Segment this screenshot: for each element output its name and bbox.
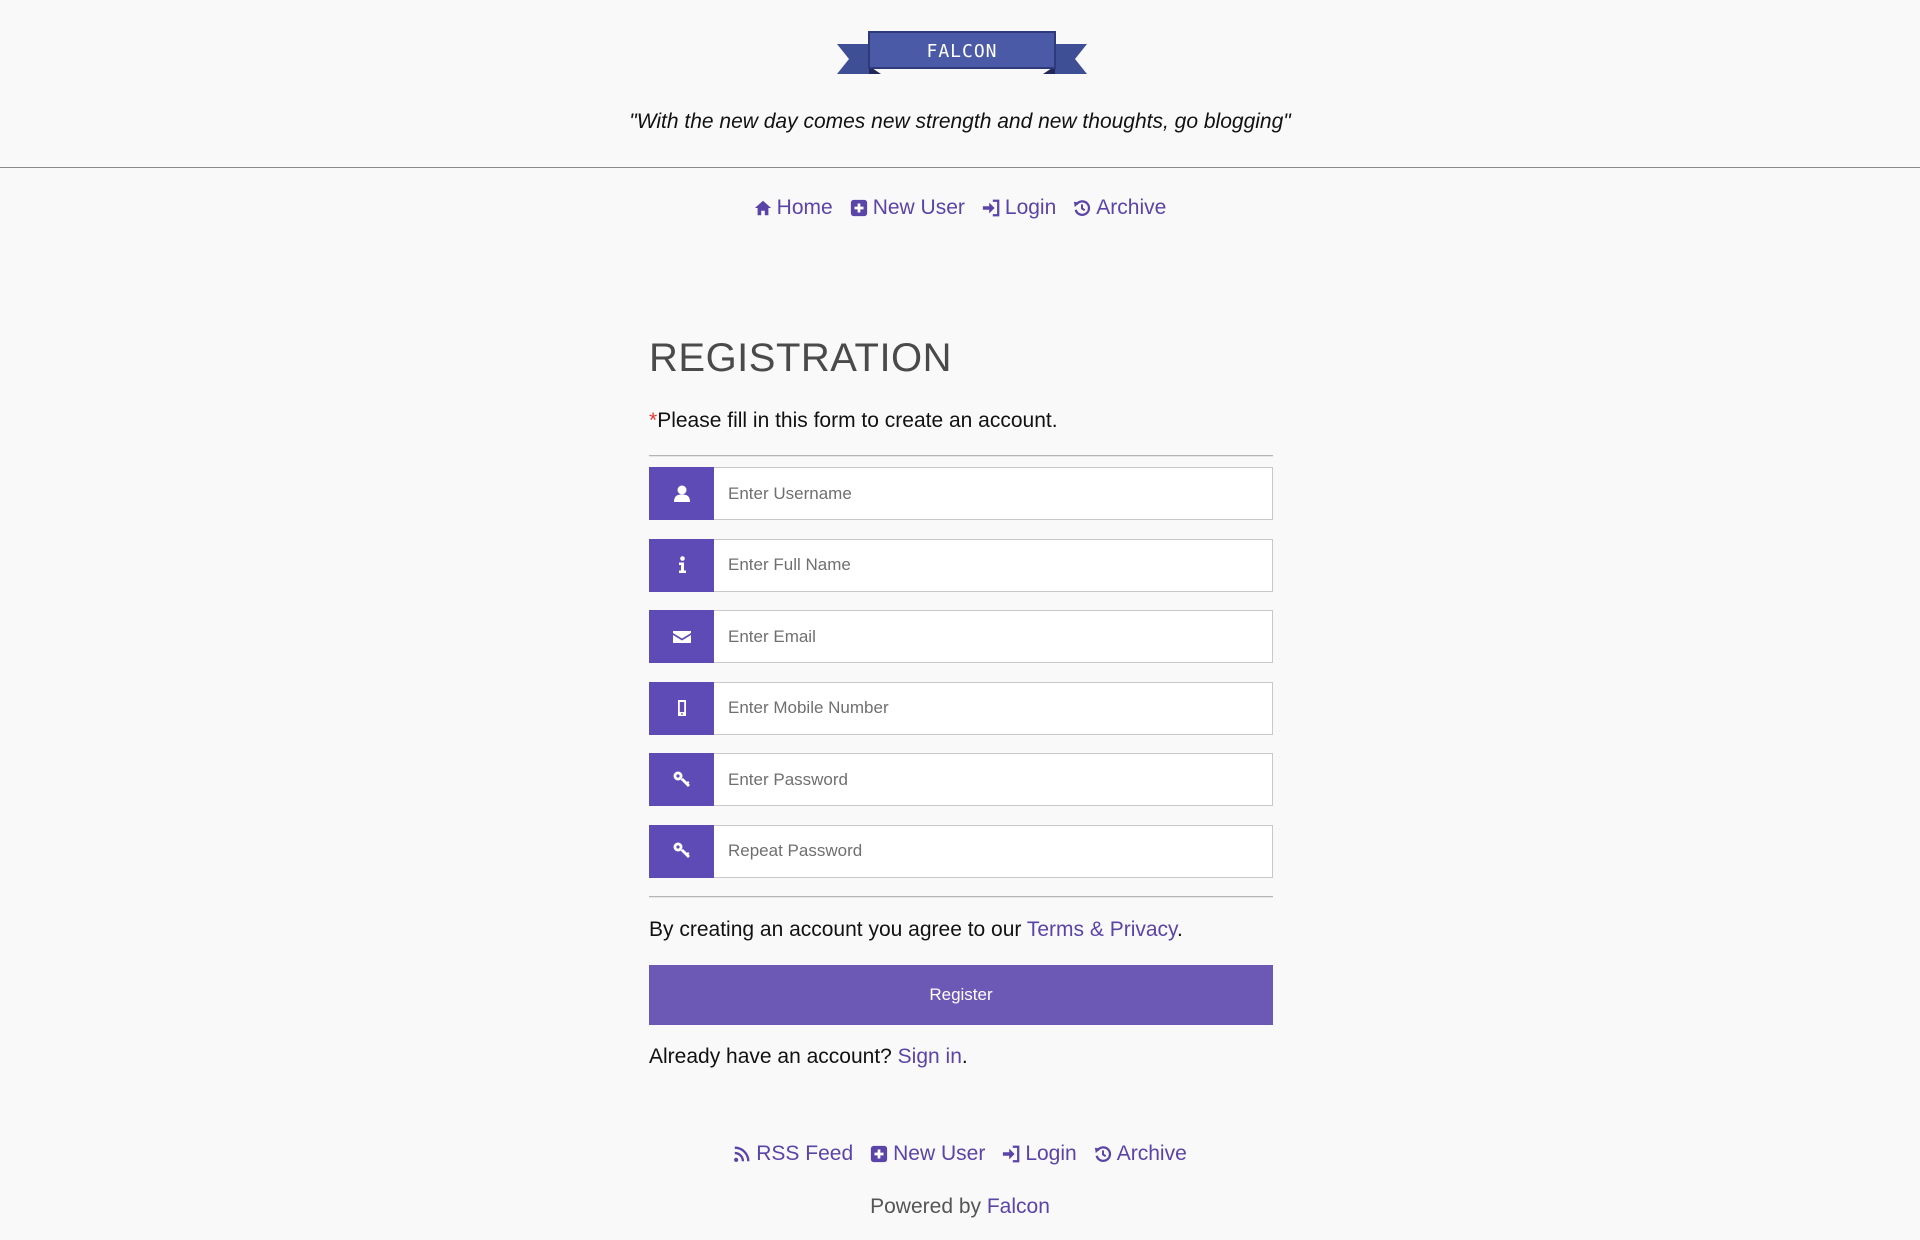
key-icon bbox=[649, 824, 714, 878]
signin-suffix: . bbox=[961, 1045, 968, 1068]
footer-new-user[interactable]: New User bbox=[870, 1142, 985, 1166]
site-header: FALCON "With the new day comes new stren… bbox=[0, 0, 1920, 168]
footer-login[interactable]: Login bbox=[1002, 1142, 1077, 1166]
sign-in-icon bbox=[982, 199, 1000, 217]
registration-fields bbox=[649, 467, 1273, 878]
required-mark: * bbox=[649, 409, 658, 432]
falcon-logo[interactable]: FALCON bbox=[837, 30, 1087, 76]
footer-nav: RSS Feed New User Login Archive bbox=[0, 1142, 1920, 1166]
email-row bbox=[649, 610, 1273, 663]
registration-panel: REGISTRATION *Please fill in this form t… bbox=[649, 336, 1273, 1069]
logo-text: FALCON bbox=[926, 41, 997, 62]
mobile-input[interactable] bbox=[714, 681, 1273, 735]
envelope-icon bbox=[649, 610, 714, 663]
fullname-row bbox=[649, 538, 1273, 592]
nav-home[interactable]: Home bbox=[754, 196, 833, 220]
plus-square-icon bbox=[850, 199, 868, 217]
password-row bbox=[649, 753, 1273, 806]
username-input[interactable] bbox=[714, 467, 1273, 520]
signin-prefix: Already have an account? bbox=[649, 1045, 898, 1068]
sign-in-link[interactable]: Sign in bbox=[898, 1045, 962, 1068]
form-instructions: *Please fill in this form to create an a… bbox=[649, 409, 1273, 433]
footer-login-label: Login bbox=[1025, 1142, 1077, 1165]
nav-new-user[interactable]: New User bbox=[850, 196, 965, 220]
falcon-link[interactable]: Falcon bbox=[987, 1195, 1050, 1218]
footer-archive[interactable]: Archive bbox=[1094, 1142, 1187, 1166]
powered-by-prefix: Powered by bbox=[870, 1195, 987, 1218]
user-icon bbox=[649, 467, 714, 520]
rss-icon bbox=[733, 1145, 751, 1163]
nav-archive[interactable]: Archive bbox=[1073, 196, 1166, 220]
password-input[interactable] bbox=[714, 753, 1273, 806]
form-instructions-text: Please fill in this form to create an ac… bbox=[657, 409, 1058, 432]
nav-login[interactable]: Login bbox=[982, 196, 1056, 220]
repeat-password-input[interactable] bbox=[714, 824, 1273, 878]
tagline: "With the new day comes new strength and… bbox=[629, 110, 1291, 133]
footer-new-user-label: New User bbox=[893, 1142, 986, 1165]
email-input[interactable] bbox=[714, 610, 1273, 663]
history-icon bbox=[1094, 1145, 1112, 1163]
repeat-password-row bbox=[649, 824, 1273, 878]
nav-new-user-label: New User bbox=[872, 196, 965, 219]
nav-archive-label: Archive bbox=[1096, 196, 1167, 219]
sign-in-icon bbox=[1002, 1145, 1020, 1163]
info-icon bbox=[649, 538, 714, 592]
nav-home-label: Home bbox=[776, 196, 833, 219]
mobile-row bbox=[649, 681, 1273, 735]
terms-prefix: By creating an account you agree to our bbox=[649, 918, 1027, 941]
key-icon bbox=[649, 753, 714, 806]
terms-privacy-link[interactable]: Terms & Privacy bbox=[1027, 918, 1177, 941]
page-title: REGISTRATION bbox=[649, 336, 953, 380]
divider bbox=[649, 455, 1273, 457]
signin-prompt: Already have an account? Sign in. bbox=[649, 1045, 1273, 1069]
home-icon bbox=[754, 199, 772, 217]
divider bbox=[649, 896, 1273, 898]
username-row bbox=[649, 467, 1273, 520]
fullname-input[interactable] bbox=[714, 538, 1273, 592]
footer-archive-label: Archive bbox=[1116, 1142, 1187, 1165]
footer-rss-label: RSS Feed bbox=[756, 1142, 854, 1165]
footer-rss-feed[interactable]: RSS Feed bbox=[733, 1142, 853, 1166]
terms-notice: By creating an account you agree to our … bbox=[649, 918, 1273, 942]
powered-by: Powered by Falcon bbox=[0, 1195, 1920, 1219]
history-icon bbox=[1073, 199, 1091, 217]
terms-suffix: . bbox=[1177, 918, 1183, 941]
nav-login-label: Login bbox=[1004, 196, 1057, 219]
top-nav: Home New User Login Archive bbox=[0, 196, 1920, 220]
mobile-icon bbox=[649, 681, 714, 735]
plus-square-icon bbox=[870, 1145, 888, 1163]
register-button[interactable]: Register bbox=[649, 965, 1273, 1025]
